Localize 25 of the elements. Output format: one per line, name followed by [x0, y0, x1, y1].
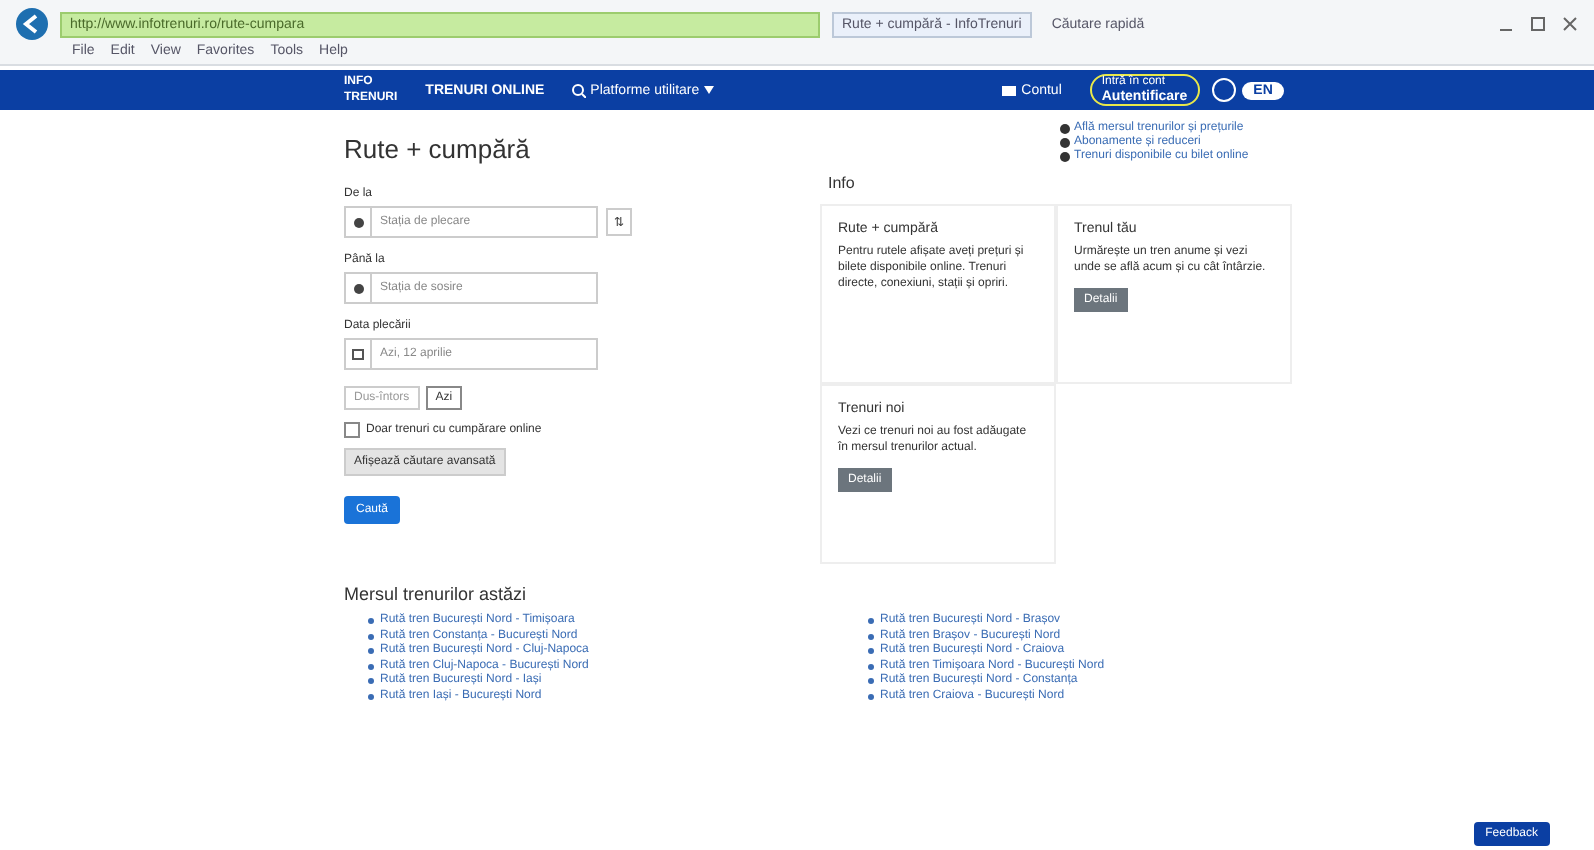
bullet-icon — [868, 693, 874, 700]
maximize-icon[interactable] — [1530, 16, 1546, 32]
bullet-icon — [868, 663, 874, 670]
bullet-icon — [368, 663, 374, 670]
page-title: Rute + cumpără — [344, 134, 532, 164]
bullet-icon — [868, 678, 874, 685]
back-icon[interactable] — [16, 8, 48, 40]
bullet-icon — [368, 648, 374, 655]
search-icon — [572, 83, 587, 97]
calendar-icon — [352, 348, 364, 360]
bullet-icon — [868, 633, 874, 640]
bullet-icon — [368, 618, 374, 625]
bullet-icon — [368, 678, 374, 685]
caret-icon[interactable] — [703, 86, 714, 94]
close-icon[interactable] — [1562, 16, 1578, 32]
bullet-icon — [868, 618, 874, 625]
bullet-icon — [368, 693, 374, 700]
pin-icon — [353, 217, 363, 227]
bullet-icon — [368, 633, 374, 640]
account-icon — [1001, 83, 1016, 97]
section-title: Info — [828, 174, 857, 192]
pin-icon — [353, 283, 363, 293]
bullet-icon — [868, 648, 874, 655]
section-title: Mersul trenurilor astăzi — [344, 584, 529, 604]
checkbox[interactable] — [344, 422, 360, 438]
